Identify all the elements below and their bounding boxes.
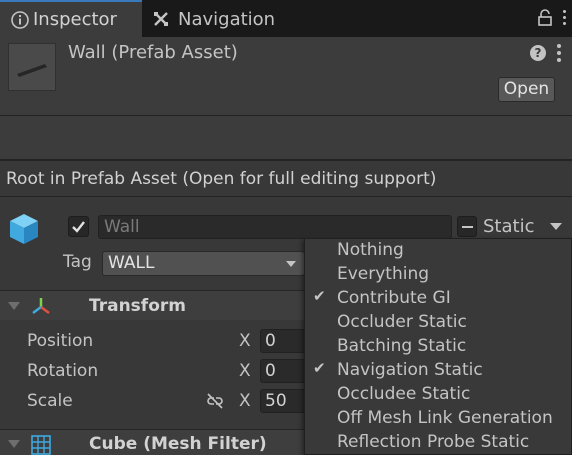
transform-title: Transform	[89, 296, 186, 316]
static-checkbox[interactable]	[457, 216, 477, 237]
rotation-label: Rotation	[27, 361, 99, 381]
tab-navigation-label: Navigation	[178, 9, 276, 30]
foldout-arrow-icon[interactable]	[8, 302, 20, 310]
gameobject-name-value: Wall	[104, 217, 140, 237]
gameobject-name-field[interactable]: Wall	[98, 215, 452, 239]
scale-x-field[interactable]: 50	[260, 389, 310, 413]
rotation-x-field[interactable]: 0	[260, 359, 310, 383]
tag-label: Tag	[63, 252, 92, 272]
header-bottom-border	[0, 159, 572, 161]
dropdown-item-label: Navigation Static	[337, 360, 483, 380]
prefab-preview-thumbnail	[8, 43, 56, 91]
dropdown-item-batching-static[interactable]: Batching Static	[305, 335, 571, 359]
header-divider	[0, 115, 572, 116]
component-menu-icon[interactable]	[557, 44, 561, 62]
dropdown-item-off-mesh-link-generation[interactable]: Off Mesh Link Generation	[305, 407, 571, 431]
navigation-icon	[154, 12, 168, 26]
static-label: Static	[483, 216, 535, 237]
rotation-x-label: X	[239, 361, 251, 381]
dropdown-item-reflection-probe-static[interactable]: Reflection Probe Static	[305, 431, 571, 455]
root-prefab-notice-text: Root in Prefab Asset (Open for full edit…	[6, 169, 437, 189]
dropdown-item-nothing[interactable]: Nothing	[305, 239, 571, 263]
notice-divider	[0, 196, 572, 197]
cube-icon[interactable]	[8, 212, 40, 246]
dropdown-item-label: Off Mesh Link Generation	[337, 408, 553, 428]
tab-menu-icon[interactable]	[563, 10, 567, 25]
lock-icon[interactable]	[537, 9, 553, 27]
dropdown-item-navigation-static[interactable]: ✔ Navigation Static	[305, 359, 571, 383]
position-x-field[interactable]: 0	[260, 329, 310, 353]
dropdown-item-label: Everything	[337, 264, 430, 284]
dropdown-item-everything[interactable]: Everything	[305, 263, 571, 287]
mesh-filter-icon	[31, 435, 51, 455]
info-icon	[11, 11, 29, 29]
foldout-arrow-icon[interactable]	[8, 440, 20, 448]
dropdown-item-occluder-static[interactable]: Occluder Static	[305, 311, 571, 335]
page-title: Wall (Prefab Asset)	[68, 42, 238, 63]
checkmark-icon	[72, 221, 85, 233]
active-checkbox[interactable]	[68, 216, 89, 237]
rotation-x-value: 0	[265, 361, 276, 381]
dropdown-item-contribute-gi[interactable]: ✔ Contribute GI	[305, 287, 571, 311]
scale-x-value: 50	[265, 391, 287, 411]
position-x-value: 0	[265, 331, 276, 351]
dropdown-item-occludee-static[interactable]: Occludee Static	[305, 383, 571, 407]
dropdown-item-label: Contribute GI	[337, 288, 451, 308]
scale-label: Scale	[27, 391, 73, 411]
position-label: Position	[27, 331, 94, 351]
tag-select-value: WALL	[108, 253, 155, 273]
dropdown-item-label: Batching Static	[337, 336, 467, 356]
root-prefab-notice: Root in Prefab Asset (Open for full edit…	[0, 162, 572, 196]
static-dropdown-arrow-icon[interactable]	[550, 223, 562, 230]
mixed-state-icon	[462, 226, 473, 228]
open-prefab-button[interactable]: Open	[498, 77, 555, 102]
chevron-down-icon	[286, 261, 296, 267]
static-flags-dropdown: Nothing Everything ✔ Contribute GI Occlu…	[304, 238, 572, 455]
tab-inspector[interactable]: Inspector	[0, 0, 142, 37]
position-x-label: X	[239, 331, 251, 351]
checkmark-icon: ✔	[313, 359, 326, 377]
constrain-proportions-icon[interactable]	[205, 393, 225, 409]
mesh-filter-title: Cube (Mesh Filter)	[89, 434, 267, 454]
tab-navigation[interactable]: Navigation	[142, 0, 287, 37]
transform-icon	[32, 298, 50, 314]
dropdown-item-label: Nothing	[337, 240, 404, 260]
dropdown-item-label: Occludee Static	[337, 384, 471, 404]
checkmark-icon: ✔	[313, 287, 326, 305]
tab-inspector-label: Inspector	[33, 9, 117, 30]
help-icon[interactable]: ?	[530, 45, 546, 61]
scale-x-label: X	[239, 391, 251, 411]
dropdown-item-label: Occluder Static	[337, 312, 467, 332]
dropdown-item-label: Reflection Probe Static	[337, 432, 530, 452]
tag-select[interactable]: WALL	[102, 251, 305, 276]
